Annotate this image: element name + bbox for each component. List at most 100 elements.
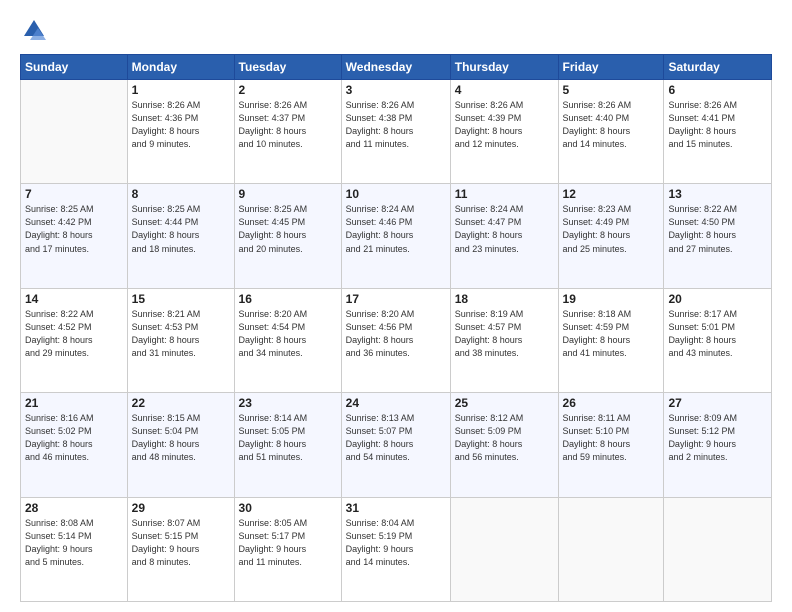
weekday-wednesday: Wednesday: [341, 55, 450, 80]
day-info: Sunrise: 8:26 AM Sunset: 4:38 PM Dayligh…: [346, 99, 446, 151]
day-info: Sunrise: 8:25 AM Sunset: 4:45 PM Dayligh…: [239, 203, 337, 255]
day-info: Sunrise: 8:24 AM Sunset: 4:47 PM Dayligh…: [455, 203, 554, 255]
day-number: 7: [25, 187, 123, 201]
calendar-table: SundayMondayTuesdayWednesdayThursdayFrid…: [20, 54, 772, 602]
calendar-cell: 31 Sunrise: 8:04 AM Sunset: 5:19 PM Dayli…: [341, 497, 450, 601]
calendar-cell: [21, 80, 128, 184]
calendar-cell: 26 Sunrise: 8:11 AM Sunset: 5:10 PM Dayli…: [558, 393, 664, 497]
weekday-monday: Monday: [127, 55, 234, 80]
calendar-cell: 17Sunrise: 8:20 AM Sunset: 4:56 PM Dayli…: [341, 288, 450, 392]
day-number: 2: [239, 83, 337, 97]
day-info: Sunrise: 8:11 AM Sunset: 5:10 PM Dayligh…: [563, 412, 660, 464]
logo-icon: [20, 16, 48, 44]
day-info: Sunrise: 8:15 AM Sunset: 5:04 PM Dayligh…: [132, 412, 230, 464]
calendar-cell: 11 Sunrise: 8:24 AM Sunset: 4:47 PM Dayli…: [450, 184, 558, 288]
calendar-cell: 8Sunrise: 8:25 AM Sunset: 4:44 PM Daylig…: [127, 184, 234, 288]
calendar-cell: 20Sunrise: 8:17 AM Sunset: 5:01 PM Dayli…: [664, 288, 772, 392]
calendar-cell: 30 Sunrise: 8:05 AM Sunset: 5:17 PM Dayli…: [234, 497, 341, 601]
day-info: Sunrise: 8:25 AM Sunset: 4:44 PM Dayligh…: [132, 203, 230, 255]
day-info: Sunrise: 8:07 AM Sunset: 5:15 PM Dayligh…: [132, 517, 230, 569]
day-number: 15: [132, 292, 230, 306]
day-number: 25: [455, 396, 554, 410]
day-info: Sunrise: 8:12 AM Sunset: 5:09 PM Dayligh…: [455, 412, 554, 464]
calendar-cell: 12 Sunrise: 8:23 AM Sunset: 4:49 PM Dayli…: [558, 184, 664, 288]
day-number: 26: [563, 396, 660, 410]
day-info: Sunrise: 8:19 AM Sunset: 4:57 PM Dayligh…: [455, 308, 554, 360]
day-number: 11: [455, 187, 554, 201]
day-number: 4: [455, 83, 554, 97]
calendar-cell: [664, 497, 772, 601]
day-info: Sunrise: 8:24 AM Sunset: 4:46 PM Dayligh…: [346, 203, 446, 255]
day-info: Sunrise: 8:26 AM Sunset: 4:36 PM Dayligh…: [132, 99, 230, 151]
calendar-week-4: 21Sunrise: 8:16 AM Sunset: 5:02 PM Dayli…: [21, 393, 772, 497]
weekday-tuesday: Tuesday: [234, 55, 341, 80]
calendar-cell: 24Sunrise: 8:13 AM Sunset: 5:07 PM Dayli…: [341, 393, 450, 497]
calendar-cell: 15 Sunrise: 8:21 AM Sunset: 4:53 PM Dayli…: [127, 288, 234, 392]
calendar-cell: 19 Sunrise: 8:18 AM Sunset: 4:59 PM Dayli…: [558, 288, 664, 392]
day-number: 18: [455, 292, 554, 306]
day-info: Sunrise: 8:26 AM Sunset: 4:37 PM Dayligh…: [239, 99, 337, 151]
day-info: Sunrise: 8:20 AM Sunset: 4:56 PM Dayligh…: [346, 308, 446, 360]
day-number: 12: [563, 187, 660, 201]
calendar-cell: 5 Sunrise: 8:26 AM Sunset: 4:40 PM Daylig…: [558, 80, 664, 184]
day-info: Sunrise: 8:13 AM Sunset: 5:07 PM Dayligh…: [346, 412, 446, 464]
day-info: Sunrise: 8:16 AM Sunset: 5:02 PM Dayligh…: [25, 412, 123, 464]
calendar-cell: 25 Sunrise: 8:12 AM Sunset: 5:09 PM Dayli…: [450, 393, 558, 497]
calendar-cell: 2 Sunrise: 8:26 AM Sunset: 4:37 PM Daylig…: [234, 80, 341, 184]
day-number: 3: [346, 83, 446, 97]
day-number: 29: [132, 501, 230, 515]
day-info: Sunrise: 8:22 AM Sunset: 4:50 PM Dayligh…: [668, 203, 767, 255]
day-number: 6: [668, 83, 767, 97]
weekday-sunday: Sunday: [21, 55, 128, 80]
day-info: Sunrise: 8:08 AM Sunset: 5:14 PM Dayligh…: [25, 517, 123, 569]
day-info: Sunrise: 8:26 AM Sunset: 4:40 PM Dayligh…: [563, 99, 660, 151]
day-number: 9: [239, 187, 337, 201]
calendar-body: 1 Sunrise: 8:26 AM Sunset: 4:36 PM Daylig…: [21, 80, 772, 602]
day-number: 28: [25, 501, 123, 515]
calendar-cell: 28 Sunrise: 8:08 AM Sunset: 5:14 PM Dayli…: [21, 497, 128, 601]
day-number: 5: [563, 83, 660, 97]
calendar-week-3: 14 Sunrise: 8:22 AM Sunset: 4:52 PM Dayli…: [21, 288, 772, 392]
calendar-week-1: 1 Sunrise: 8:26 AM Sunset: 4:36 PM Daylig…: [21, 80, 772, 184]
day-number: 13: [668, 187, 767, 201]
day-number: 14: [25, 292, 123, 306]
day-info: Sunrise: 8:23 AM Sunset: 4:49 PM Dayligh…: [563, 203, 660, 255]
calendar-cell: 29 Sunrise: 8:07 AM Sunset: 5:15 PM Dayli…: [127, 497, 234, 601]
day-info: Sunrise: 8:26 AM Sunset: 4:41 PM Dayligh…: [668, 99, 767, 151]
page: SundayMondayTuesdayWednesdayThursdayFrid…: [0, 0, 792, 612]
day-number: 10: [346, 187, 446, 201]
header: [20, 16, 772, 44]
calendar-cell: 14 Sunrise: 8:22 AM Sunset: 4:52 PM Dayli…: [21, 288, 128, 392]
calendar-cell: 9 Sunrise: 8:25 AM Sunset: 4:45 PM Daylig…: [234, 184, 341, 288]
day-number: 19: [563, 292, 660, 306]
calendar-cell: 3 Sunrise: 8:26 AM Sunset: 4:38 PM Daylig…: [341, 80, 450, 184]
day-number: 1: [132, 83, 230, 97]
calendar-cell: 23Sunrise: 8:14 AM Sunset: 5:05 PM Dayli…: [234, 393, 341, 497]
day-number: 23: [239, 396, 337, 410]
day-number: 16: [239, 292, 337, 306]
calendar-cell: [450, 497, 558, 601]
calendar-cell: 10 Sunrise: 8:24 AM Sunset: 4:46 PM Dayli…: [341, 184, 450, 288]
day-info: Sunrise: 8:26 AM Sunset: 4:39 PM Dayligh…: [455, 99, 554, 151]
day-info: Sunrise: 8:09 AM Sunset: 5:12 PM Dayligh…: [668, 412, 767, 464]
day-info: Sunrise: 8:22 AM Sunset: 4:52 PM Dayligh…: [25, 308, 123, 360]
calendar-cell: 13 Sunrise: 8:22 AM Sunset: 4:50 PM Dayli…: [664, 184, 772, 288]
day-number: 22: [132, 396, 230, 410]
calendar-cell: 22 Sunrise: 8:15 AM Sunset: 5:04 PM Dayli…: [127, 393, 234, 497]
calendar-cell: [558, 497, 664, 601]
calendar-week-2: 7Sunrise: 8:25 AM Sunset: 4:42 PM Daylig…: [21, 184, 772, 288]
day-number: 30: [239, 501, 337, 515]
calendar-cell: 7Sunrise: 8:25 AM Sunset: 4:42 PM Daylig…: [21, 184, 128, 288]
calendar-cell: 16Sunrise: 8:20 AM Sunset: 4:54 PM Dayli…: [234, 288, 341, 392]
day-info: Sunrise: 8:04 AM Sunset: 5:19 PM Dayligh…: [346, 517, 446, 569]
calendar-cell: 18 Sunrise: 8:19 AM Sunset: 4:57 PM Dayli…: [450, 288, 558, 392]
day-number: 27: [668, 396, 767, 410]
day-info: Sunrise: 8:05 AM Sunset: 5:17 PM Dayligh…: [239, 517, 337, 569]
day-number: 31: [346, 501, 446, 515]
weekday-friday: Friday: [558, 55, 664, 80]
day-info: Sunrise: 8:21 AM Sunset: 4:53 PM Dayligh…: [132, 308, 230, 360]
calendar-cell: 4 Sunrise: 8:26 AM Sunset: 4:39 PM Daylig…: [450, 80, 558, 184]
day-info: Sunrise: 8:18 AM Sunset: 4:59 PM Dayligh…: [563, 308, 660, 360]
calendar-cell: 6 Sunrise: 8:26 AM Sunset: 4:41 PM Daylig…: [664, 80, 772, 184]
calendar-cell: 21Sunrise: 8:16 AM Sunset: 5:02 PM Dayli…: [21, 393, 128, 497]
